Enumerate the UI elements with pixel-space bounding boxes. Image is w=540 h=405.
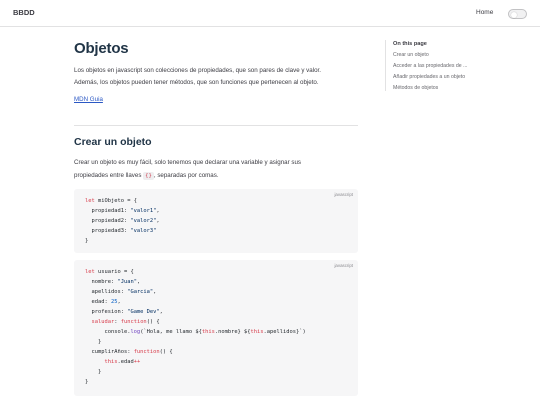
toc-item-metodos[interactable]: Métodos de objetos <box>393 85 525 91</box>
inline-code-braces: {} <box>143 171 154 180</box>
section-heading-crear-objeto: Crear un objeto <box>74 136 152 148</box>
section-text-after-code: , separadas por comas. <box>153 171 219 179</box>
code-token: this <box>250 329 264 335</box>
code-token: function <box>133 349 160 355</box>
code-line: let miObjeto = { <box>85 196 160 206</box>
code-line: } <box>85 337 306 347</box>
page-title: Objetos <box>74 40 129 57</box>
toc-item-crear-objeto[interactable]: Crear un objeto <box>393 52 525 58</box>
code-token: .nombre} ${ <box>214 329 251 335</box>
code-token: , <box>156 208 160 214</box>
code-token: .apellidos}`) <box>263 329 306 335</box>
code-token: , <box>136 279 141 285</box>
code-line: this.edad++ <box>85 357 306 367</box>
toc-item-anadir-propiedades[interactable]: Añadir propiedades a un objeto <box>393 74 525 80</box>
code-token: () { <box>146 319 160 325</box>
section-paragraph: Crear un objeto es muy fácil, solo tenem… <box>74 157 364 182</box>
code-token: apellidos: <box>85 289 128 295</box>
code-token: "valor1" <box>130 208 157 214</box>
code-line: } <box>85 377 306 387</box>
intro-line-1: Los objetos en javascript son coleccione… <box>74 67 321 74</box>
code-token: ++ <box>133 359 141 365</box>
code-line: apellidos: "Garcia", <box>85 287 306 297</box>
code-line: let usuario = { <box>85 267 306 277</box>
code-token: cumplirAños: <box>85 349 134 355</box>
code-token: , <box>117 299 121 305</box>
section-text-before-code: propiedades entre llaves <box>74 171 144 179</box>
code-block-miobjeto: javascript let miObjeto = { propiedad1: … <box>74 189 358 253</box>
code-line: cumplirAños: function() { <box>85 347 306 357</box>
section-text-line-2: propiedades entre llaves {}, separadas p… <box>74 170 364 183</box>
code-token: , <box>156 218 160 224</box>
code-token: "Garcia" <box>127 289 154 295</box>
code-token: function <box>120 319 147 325</box>
code-token: } <box>85 238 89 244</box>
toc-title: On this page <box>393 41 427 47</box>
code-line: } <box>85 236 160 246</box>
code-token: "valor3" <box>130 228 157 234</box>
code-token: , <box>153 289 157 295</box>
code-token: usuario = { <box>94 269 134 275</box>
code-token: propiedad3: <box>85 228 131 234</box>
code-token: } <box>85 379 89 385</box>
table-of-contents: On this page Crear un objeto Acceder a l… <box>385 40 525 91</box>
code-token: } <box>85 339 102 345</box>
code-token: "Juan" <box>117 279 137 285</box>
code-token: saludar <box>91 319 115 325</box>
code-block-usuario: javascript let usuario = { nombre: "Juan… <box>74 260 358 396</box>
mdn-guide-link[interactable]: MDN Guia <box>74 96 103 103</box>
code-token: edad: <box>85 299 111 305</box>
code-token: nombre: <box>85 279 118 285</box>
code-token: } <box>85 369 102 375</box>
code-line: edad: 25, <box>85 297 306 307</box>
theme-toggle-switch[interactable] <box>508 9 527 19</box>
code-line: } <box>85 367 306 377</box>
toggle-knob <box>511 11 517 18</box>
code-token: let <box>85 198 95 204</box>
code-token: this <box>104 359 118 365</box>
code-token: log <box>130 329 141 335</box>
code-token: let <box>85 269 95 275</box>
section-text-line-1: Crear un objeto es muy fácil, solo tenem… <box>74 159 301 166</box>
code-language-label: javascript <box>334 192 353 197</box>
site-brand[interactable]: BBDD <box>13 8 35 17</box>
code-token: (`Hola, me llamo ${ <box>140 329 202 335</box>
code-lines: let miObjeto = { propiedad1: "valor1", p… <box>85 196 160 246</box>
section-divider <box>74 125 358 126</box>
intro-line-2: Además, los objetos pueden tener métodos… <box>74 79 319 86</box>
code-token: "Game Dev" <box>127 309 160 315</box>
code-language-label: javascript <box>334 263 353 268</box>
code-token: propiedad2: <box>85 218 131 224</box>
code-token: () { <box>159 349 173 355</box>
top-navbar: BBDD Home <box>0 0 540 27</box>
code-line: console.log(`Hola, me llamo ${this.nombr… <box>85 327 306 337</box>
code-token: profesion: <box>85 309 128 315</box>
nav-link-home[interactable]: Home <box>476 9 493 16</box>
code-lines: let usuario = { nombre: "Juan", apellido… <box>85 267 306 387</box>
code-line: propiedad1: "valor1", <box>85 206 160 216</box>
code-line: propiedad3: "valor3" <box>85 226 160 236</box>
code-line: nombre: "Juan", <box>85 277 306 287</box>
code-line: propiedad2: "valor2", <box>85 216 160 226</box>
code-line: profesion: "Game Dev", <box>85 307 306 317</box>
code-line: saludar: function() { <box>85 317 306 327</box>
intro-paragraph: Los objetos en javascript son coleccione… <box>74 65 364 89</box>
code-token: propiedad1: <box>85 208 131 214</box>
code-token: this <box>201 329 215 335</box>
toc-item-acceder-propiedades[interactable]: Acceder a las propiedades de ... <box>393 63 525 69</box>
code-token: console. <box>85 329 131 335</box>
code-token: miObjeto = { <box>94 198 137 204</box>
code-token: "valor2" <box>130 218 157 224</box>
code-token: .edad <box>117 359 134 365</box>
code-token: , <box>159 309 163 315</box>
